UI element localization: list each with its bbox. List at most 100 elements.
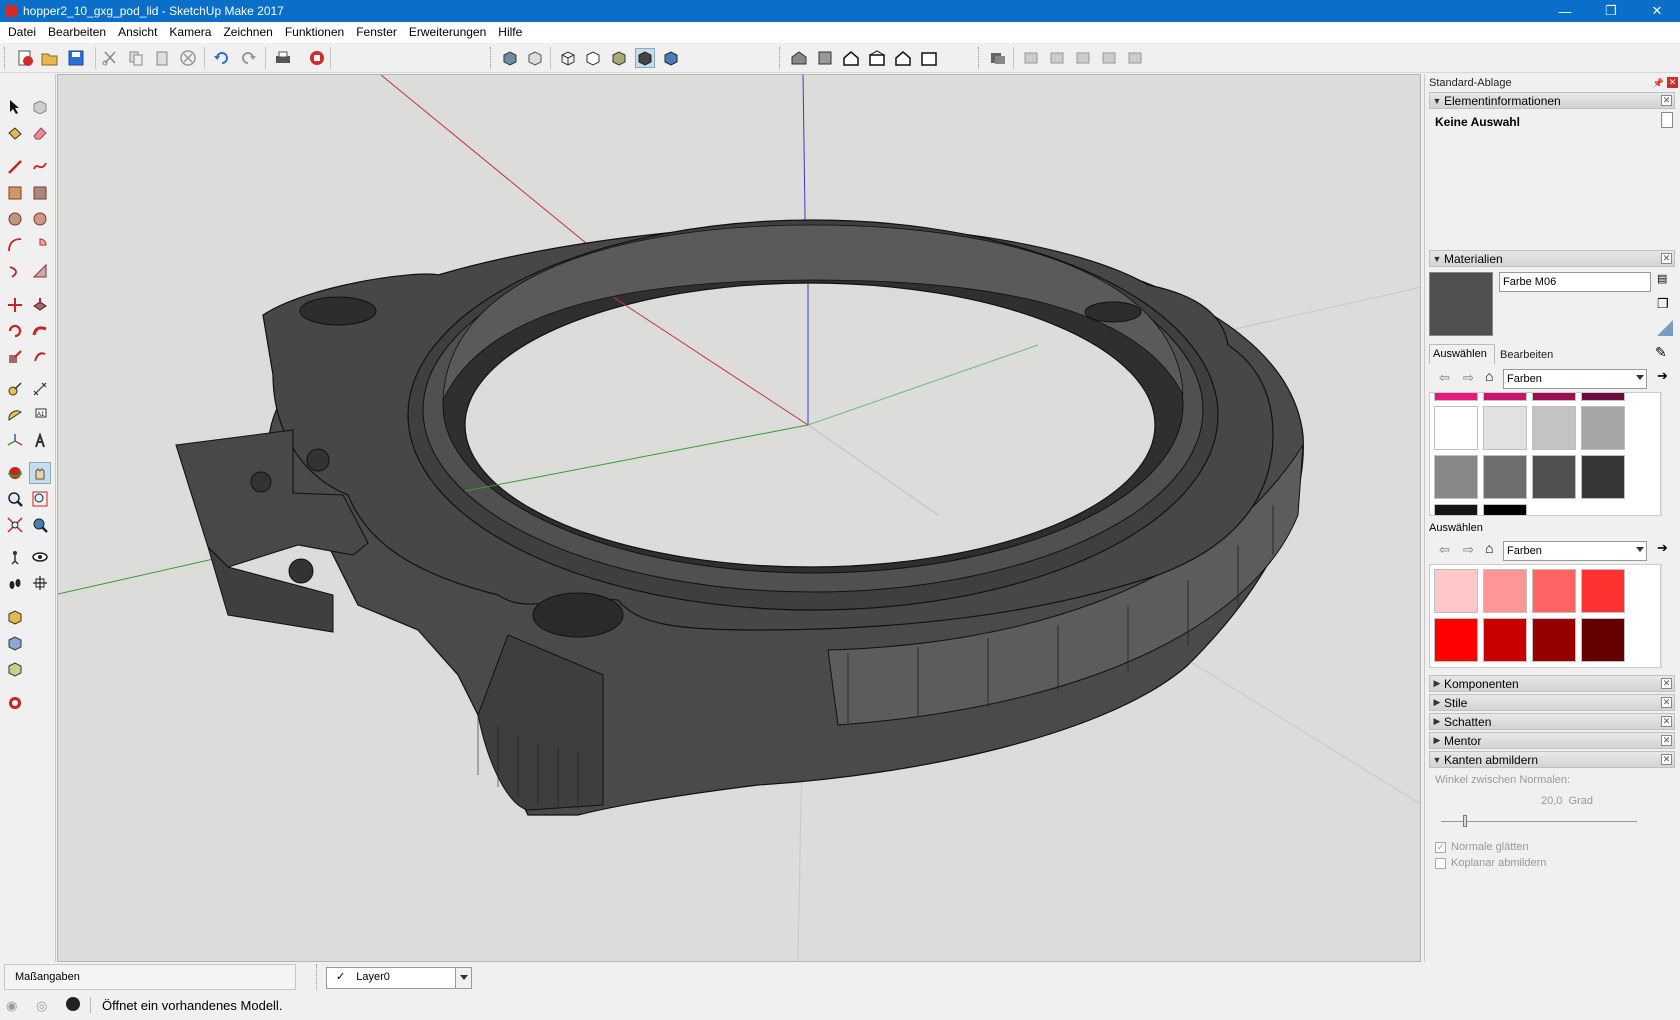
details-arrow-icon[interactable]: ➔ bbox=[1657, 368, 1668, 384]
make-component-icon[interactable] bbox=[29, 96, 51, 118]
print-icon[interactable] bbox=[273, 48, 293, 68]
material-swatch[interactable] bbox=[1581, 455, 1625, 499]
menu-erweiterungen[interactable]: Erweiterungen bbox=[403, 22, 492, 43]
rectangle-icon[interactable] bbox=[4, 182, 26, 204]
extensions-icon[interactable] bbox=[4, 692, 26, 714]
entity-info-header[interactable]: ▼ Elementinformationen ✕ bbox=[1429, 92, 1675, 109]
home-icon[interactable]: ⌂ bbox=[1485, 368, 1493, 384]
angle-slider-thumb[interactable] bbox=[1462, 815, 1467, 827]
shaded-textures-icon[interactable] bbox=[635, 48, 655, 68]
push-pull-icon[interactable] bbox=[29, 294, 51, 316]
create-material-icon[interactable]: ❒ bbox=[1657, 296, 1673, 312]
wireframe-icon[interactable] bbox=[558, 48, 578, 68]
section-plane-tool-icon[interactable] bbox=[29, 572, 51, 594]
shaded-icon[interactable] bbox=[609, 48, 629, 68]
erase-icon[interactable] bbox=[178, 48, 198, 68]
tab-select[interactable]: Auswählen bbox=[1429, 344, 1495, 364]
details-arrow-icon[interactable]: ➔ bbox=[1657, 540, 1668, 556]
toolbar-grip[interactable] bbox=[4, 47, 7, 69]
select-icon[interactable] bbox=[4, 96, 26, 118]
orbit-icon[interactable] bbox=[4, 462, 26, 484]
freehand-icon[interactable] bbox=[29, 156, 51, 178]
material-swatch[interactable] bbox=[1483, 504, 1527, 515]
two-point-arc-icon[interactable] bbox=[4, 260, 26, 282]
material-swatch[interactable] bbox=[1532, 393, 1576, 401]
open-icon[interactable] bbox=[40, 48, 60, 68]
material-swatch[interactable] bbox=[1483, 455, 1527, 499]
close-icon[interactable]: ✕ bbox=[1661, 678, 1672, 689]
soften-edges-header[interactable]: ▼ Kanten abmildern ✕ bbox=[1429, 751, 1675, 768]
close-icon[interactable]: ✕ bbox=[1661, 95, 1672, 106]
toolbar-grip[interactable] bbox=[316, 964, 319, 990]
section-plane-3-icon[interactable] bbox=[1125, 48, 1145, 68]
swatch-scrollbar-bottom[interactable] bbox=[1661, 564, 1673, 668]
xray-icon[interactable] bbox=[500, 48, 520, 68]
circle-icon[interactable] bbox=[4, 208, 26, 230]
material-swatch[interactable] bbox=[1581, 569, 1625, 613]
model-canvas[interactable] bbox=[58, 75, 1421, 962]
menu-kamera[interactable]: Kamera bbox=[163, 22, 217, 43]
library-dropdown-bottom[interactable]: Farben bbox=[1503, 541, 1647, 561]
section-plane-icon[interactable] bbox=[988, 48, 1008, 68]
restore-button[interactable]: ❐ bbox=[1588, 0, 1634, 22]
polygon-icon[interactable] bbox=[29, 208, 51, 230]
close-button[interactable]: ✕ bbox=[1634, 0, 1680, 22]
material-swatch[interactable] bbox=[1532, 569, 1576, 613]
text-icon[interactable]: A1 bbox=[29, 404, 51, 426]
new-icon[interactable] bbox=[15, 48, 35, 68]
material-swatch[interactable] bbox=[1581, 393, 1625, 401]
angle-slider-track[interactable] bbox=[1441, 821, 1637, 822]
monochrome-icon[interactable] bbox=[661, 48, 681, 68]
material-swatch[interactable] bbox=[1532, 618, 1576, 662]
pan-icon[interactable] bbox=[29, 462, 51, 484]
right-view-icon[interactable] bbox=[867, 48, 887, 68]
material-swatch[interactable] bbox=[1532, 406, 1576, 450]
menu-hilfe[interactable]: Hilfe bbox=[492, 22, 528, 43]
layer-dropdown[interactable]: ✓ Layer0 bbox=[326, 967, 472, 989]
position-camera-icon[interactable] bbox=[4, 546, 26, 568]
close-icon[interactable]: ✕ bbox=[1661, 253, 1672, 264]
display-secondary-icon[interactable]: ▤ bbox=[1657, 272, 1671, 286]
pin-icon[interactable]: 📌 bbox=[1653, 78, 1664, 89]
material-swatch[interactable] bbox=[1483, 393, 1527, 401]
toolbar-grip[interactable] bbox=[490, 47, 493, 69]
3d-text-icon[interactable] bbox=[29, 430, 51, 452]
save-icon[interactable] bbox=[66, 48, 86, 68]
material-swatch[interactable] bbox=[1532, 455, 1576, 499]
material-swatch[interactable] bbox=[1434, 618, 1478, 662]
zoom-extents-icon[interactable] bbox=[4, 514, 26, 536]
mentor-header[interactable]: ▶ Mentor ✕ bbox=[1429, 732, 1675, 749]
smooth-normals-checkbox[interactable]: ✓ bbox=[1435, 842, 1446, 853]
tab-edit[interactable]: Bearbeiten bbox=[1497, 346, 1563, 364]
dimension-icon[interactable] bbox=[29, 378, 51, 400]
pie-icon[interactable] bbox=[29, 234, 51, 256]
material-swatch[interactable] bbox=[1434, 393, 1478, 401]
eraser-icon[interactable] bbox=[29, 122, 51, 144]
section-cuts-icon[interactable] bbox=[1047, 48, 1067, 68]
share-model-icon[interactable] bbox=[4, 658, 26, 680]
material-swatch[interactable] bbox=[1483, 618, 1527, 662]
minimize-button[interactable]: — bbox=[1542, 0, 1588, 22]
tape-measure-icon[interactable] bbox=[4, 378, 26, 400]
swatch-scrollbar-top[interactable] bbox=[1661, 392, 1673, 516]
line-icon[interactable] bbox=[4, 156, 26, 178]
material-swatch[interactable] bbox=[1434, 406, 1478, 450]
walk-icon[interactable] bbox=[4, 572, 26, 594]
menu-zeichnen[interactable]: Zeichnen bbox=[217, 22, 278, 43]
menu-funktionen[interactable]: Funktionen bbox=[279, 22, 350, 43]
measurements-box[interactable]: Maßangaben bbox=[4, 964, 296, 990]
default-material-icon[interactable] bbox=[1657, 320, 1673, 336]
forward-icon[interactable]: ⇨ bbox=[1463, 370, 1474, 386]
top-view-icon[interactable] bbox=[815, 48, 835, 68]
menu-ansicht[interactable]: Ansicht bbox=[112, 22, 163, 43]
three-point-arc-icon[interactable] bbox=[29, 260, 51, 282]
toggle-details-icon[interactable] bbox=[1661, 112, 1673, 128]
library-dropdown-top[interactable]: Farben bbox=[1503, 369, 1647, 389]
material-swatch[interactable] bbox=[1483, 406, 1527, 450]
toolbar-grip[interactable] bbox=[978, 47, 981, 69]
section-fill-icon[interactable] bbox=[1073, 48, 1093, 68]
section-display-icon[interactable] bbox=[1021, 48, 1041, 68]
eyedropper-icon[interactable]: ✎ bbox=[1655, 344, 1667, 361]
material-swatch[interactable] bbox=[1483, 569, 1527, 613]
extension-warehouse-icon[interactable] bbox=[4, 632, 26, 654]
